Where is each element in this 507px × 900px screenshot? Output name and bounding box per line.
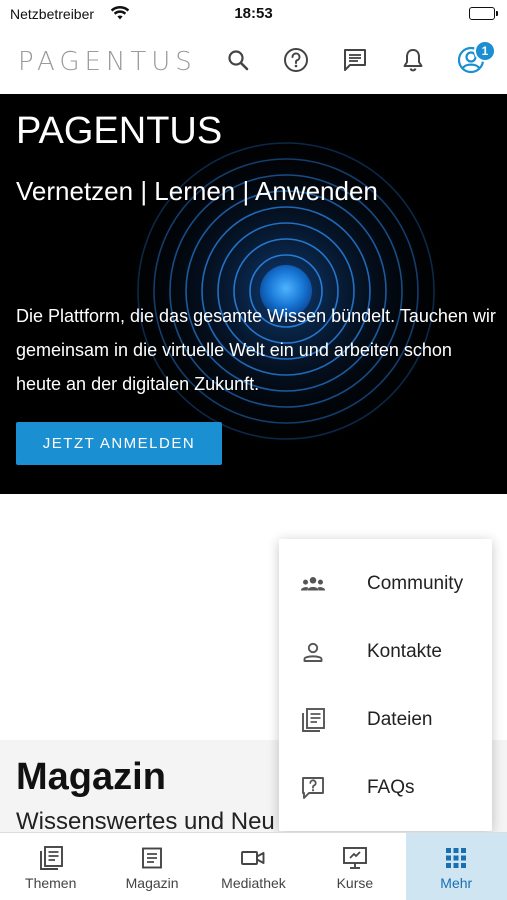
app-logo[interactable]: PAGENTUS [18, 47, 197, 77]
nav-label: Mediathek [221, 875, 286, 891]
battery-icon [469, 7, 498, 20]
app-header: PAGENTUS [0, 30, 507, 94]
nav-item-mediathek[interactable]: Mediathek [203, 833, 304, 900]
files-icon [299, 706, 327, 734]
hero-title: PAGENTUS [16, 110, 223, 152]
contact-icon [299, 638, 327, 666]
nav-item-magazin[interactable]: Magazin [101, 833, 202, 900]
notification-badge: 1 [474, 40, 496, 62]
hero-banner: PAGENTUS Vernetzen | Lernen | Anwenden D… [0, 94, 507, 494]
nav-label: Kurse [336, 875, 374, 891]
hero-subtitle: Vernetzen | Lernen | Anwenden [16, 176, 378, 206]
hero-description: Die Plattform, die das gesamte Wissen bü… [16, 306, 496, 394]
community-icon [299, 570, 327, 598]
nav-label: Magazin [125, 875, 179, 891]
nav-item-kurse[interactable]: Kurse [304, 833, 405, 900]
menu-item-label: FAQs [367, 777, 415, 798]
grid-icon [443, 845, 469, 871]
nav-label: Themen [25, 875, 77, 891]
status-time: 18:53 [234, 5, 273, 22]
chat-icon[interactable] [341, 46, 369, 74]
menu-item-label: Community [367, 573, 464, 594]
menu-item-community[interactable]: Community [279, 550, 492, 618]
bell-icon[interactable] [399, 46, 427, 74]
magazine-subtitle: Wissenswertes und Neu [16, 808, 275, 832]
status-bar: Netzbetreiber 18:53 [0, 0, 507, 30]
menu-item-label: Kontakte [367, 641, 442, 662]
video-icon [240, 845, 266, 871]
menu-item-label: Dateien [367, 709, 433, 730]
menu-item-faqs[interactable]: FAQs [279, 754, 492, 822]
menu-item-dateien[interactable]: Dateien [279, 686, 492, 754]
menu-item-kontakte[interactable]: Kontakte [279, 618, 492, 686]
register-button[interactable]: JETZT ANMELDEN [16, 422, 222, 465]
topics-icon [38, 845, 64, 871]
help-icon[interactable] [282, 46, 310, 74]
nav-item-themen[interactable]: Themen [0, 833, 101, 900]
search-icon[interactable] [224, 46, 252, 74]
nav-label: Mehr [440, 875, 473, 891]
courses-icon [342, 845, 368, 871]
faq-icon [299, 774, 327, 802]
magazine-icon [139, 845, 165, 871]
more-menu: Community Kontakte Dateien FAQs [279, 539, 492, 831]
nav-item-mehr[interactable]: Mehr [405, 833, 507, 900]
bottom-nav: Themen Magazin Mediathek Kurse Mehr [0, 832, 507, 900]
magazine-title: Magazin [16, 756, 166, 798]
